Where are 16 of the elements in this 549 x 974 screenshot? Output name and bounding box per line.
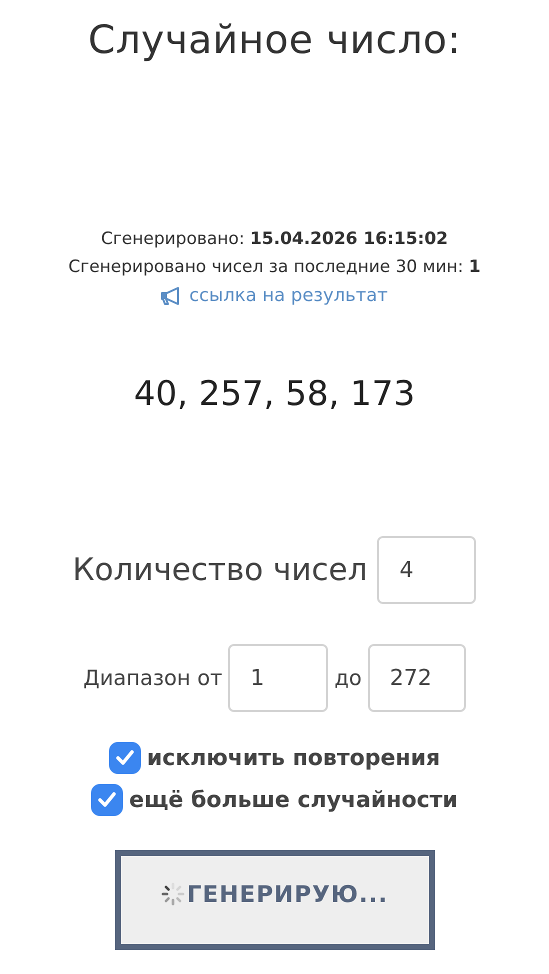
generate-button[interactable]: ГЕНЕРИРУЮ... <box>114 850 434 950</box>
option-label: исключить повторения <box>146 746 440 770</box>
count-label: Количество чисел <box>72 552 368 588</box>
range-to-label: до <box>334 666 362 690</box>
checkbox[interactable] <box>91 784 124 816</box>
count-field[interactable]: 4 <box>377 536 476 604</box>
range-to-field[interactable]: 272 <box>368 644 466 712</box>
range-from-field[interactable]: 1 <box>228 644 328 712</box>
option-label: ещё больше случайности <box>129 788 458 812</box>
page-title: Случайное число: <box>88 18 462 63</box>
checkbox[interactable] <box>108 742 141 774</box>
range-from-label: Диапазон от <box>83 666 222 690</box>
result-numbers: 40, 257, 58, 173 <box>134 374 416 414</box>
spinner-icon <box>160 882 185 906</box>
generated-count: Сгенерировано чисел за последние 30 мин: 1 <box>68 257 481 277</box>
generated-time: Сгенерировано: 15.04.2026 16:15:02 <box>101 229 448 249</box>
